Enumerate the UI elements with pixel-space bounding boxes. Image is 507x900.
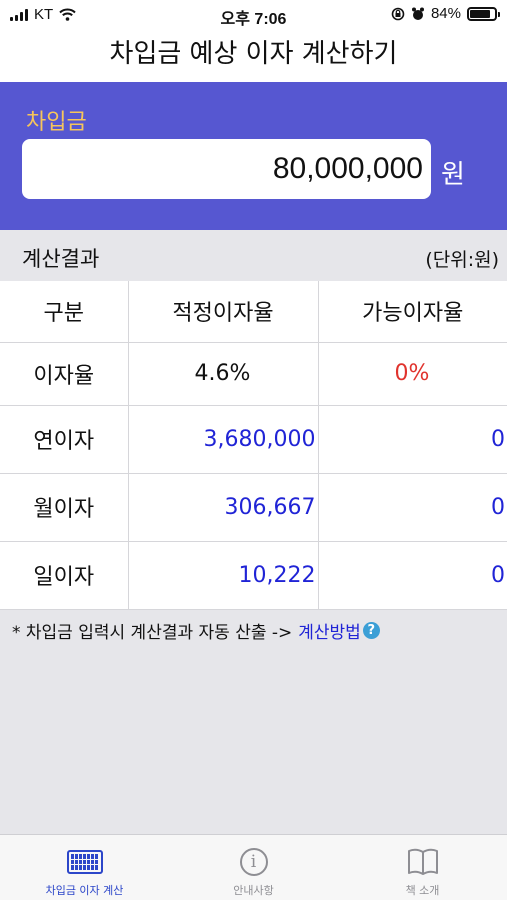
nav-bar: 차입금 예상 이자 계산하기 <box>0 30 507 82</box>
table-row: 연이자 3,680,000 0 <box>0 405 507 474</box>
battery-icon <box>467 6 500 21</box>
column-header: 가능이자율 <box>318 281 507 343</box>
column-header: 구분 <box>0 281 129 343</box>
possible-value: 0 <box>318 473 507 542</box>
tab-label: 안내사항 <box>233 884 274 897</box>
tab-info[interactable]: i 안내사항 <box>169 835 338 900</box>
tab-label: 책 소개 <box>405 884 440 897</box>
status-bar: KT 오후 7:06 84% <box>0 0 507 30</box>
column-header: 적정이자율 <box>128 281 319 343</box>
table-row: 일이자 10,222 0 <box>0 541 507 610</box>
loan-unit: 원 <box>441 160 465 190</box>
possible-rate-value: 0% <box>318 342 507 406</box>
tab-bar: 차입금 이자 계산 i 안내사항 책 소개 <box>0 834 507 900</box>
table-row: 이자율 4.6% 0% <box>0 342 507 406</box>
loan-amount-input[interactable] <box>22 139 431 199</box>
info-icon: i <box>239 847 268 877</box>
note: * 차입금 입력시 계산결과 자동 산출 -> 계산방법 ? <box>12 618 380 643</box>
book-icon <box>407 847 439 877</box>
proper-value: 306,667 <box>128 473 319 542</box>
battery-fill <box>470 9 491 18</box>
note-text: * 차입금 입력시 계산결과 자동 산출 -> <box>12 623 293 643</box>
proper-rate-value: 4.6% <box>128 342 319 406</box>
tab-loan-interest[interactable]: 차입금 이자 계산 <box>0 835 169 900</box>
result-unit: (단위:원) <box>425 249 499 271</box>
table-row: 월이자 306,667 0 <box>0 473 507 542</box>
tab-book[interactable]: 책 소개 <box>338 835 507 900</box>
possible-value: 0 <box>318 541 507 610</box>
result-table: 구분 적정이자율 가능이자율 이자율 4.6% 0% 연이자 3,680,000… <box>0 281 507 610</box>
row-label: 이자율 <box>0 342 129 406</box>
help-icon[interactable]: ? <box>362 622 380 639</box>
possible-value: 0 <box>318 405 507 474</box>
result-header: 계산결과 (단위:원) <box>0 230 507 281</box>
proper-value: 10,222 <box>128 541 319 610</box>
alarm-icon <box>411 7 424 20</box>
table-header-row: 구분 적정이자율 가능이자율 <box>0 281 507 343</box>
row-label: 일이자 <box>0 541 129 610</box>
proper-value: 3,680,000 <box>128 405 319 474</box>
row-label: 연이자 <box>0 405 129 474</box>
rotation-lock-icon <box>391 7 405 20</box>
tab-label: 차입금 이자 계산 <box>45 884 124 897</box>
loan-section: 차입금 원 <box>0 82 507 230</box>
keyboard-icon <box>66 847 103 877</box>
row-label: 월이자 <box>0 473 129 542</box>
result-title: 계산결과 <box>22 247 100 271</box>
battery-percent: 84% <box>430 5 461 22</box>
status-right: 84% <box>391 5 500 22</box>
calc-method-link[interactable]: 계산방법 <box>298 618 361 643</box>
page-title: 차입금 예상 이자 계산하기 <box>109 39 398 69</box>
loan-label: 차입금 <box>26 110 87 135</box>
